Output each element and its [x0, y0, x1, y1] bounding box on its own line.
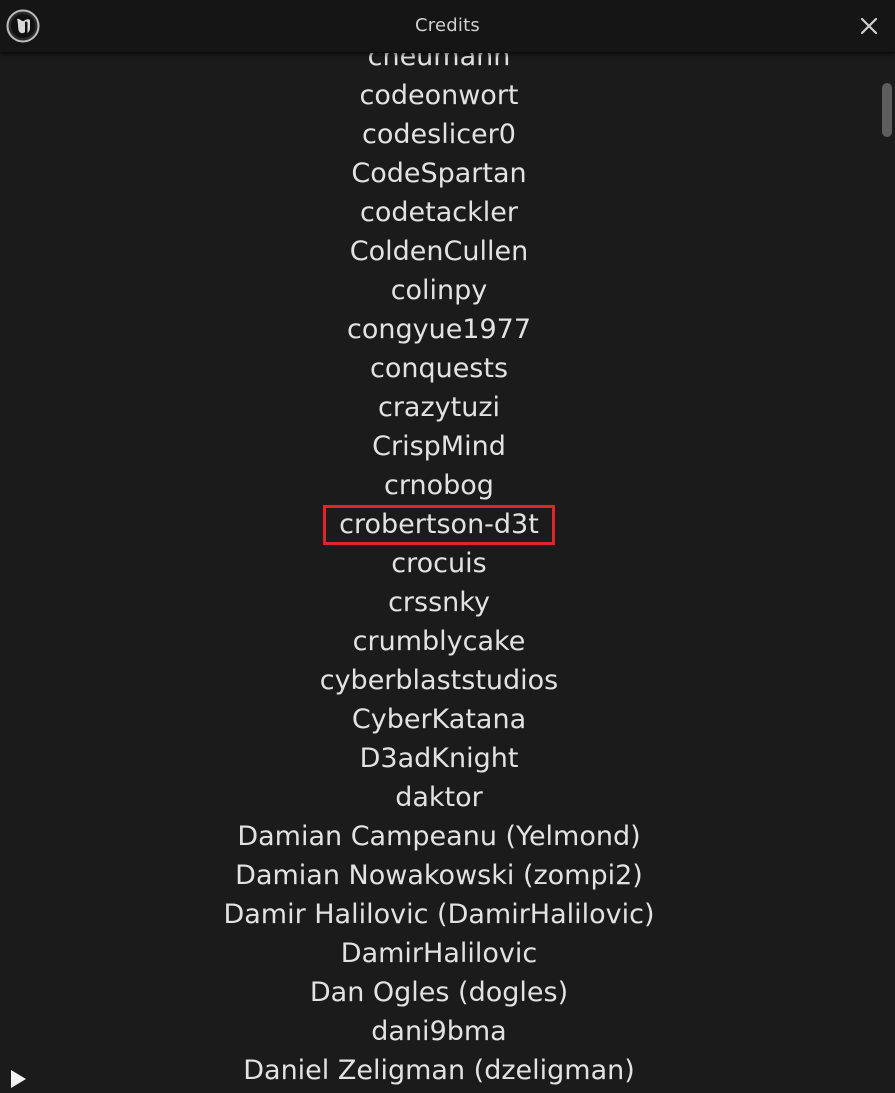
- credit-entry: dani9bma: [0, 1011, 878, 1050]
- credit-entry: CodeSpartan: [0, 153, 878, 192]
- scrollbar[interactable]: [878, 53, 895, 1093]
- credit-name: codeslicer0: [362, 118, 516, 150]
- credit-name: crobertson-d3t: [323, 504, 555, 545]
- credit-entry: Damir Halilovic (DamirHalilovic): [0, 894, 878, 933]
- credit-entry: D3adKnight: [0, 738, 878, 777]
- credit-name: Damian Nowakowski (zompi2): [235, 859, 643, 891]
- credit-entry: codetackler: [0, 192, 878, 231]
- credit-entry: Daniel Zeligman (dzeligman): [0, 1050, 878, 1089]
- credit-name: D3adKnight: [359, 742, 519, 774]
- credit-name: CyberKatana: [351, 703, 527, 735]
- title-bar: Credits: [0, 0, 895, 53]
- credit-entry: crazytuzi: [0, 387, 878, 426]
- credit-name: crssnky: [388, 586, 490, 618]
- credit-entry: daktor: [0, 777, 878, 816]
- credits-list-viewport[interactable]: cneumann codeonwort codeslicer0 CodeSpartan…: [0, 0, 878, 1093]
- window-title: Credits: [415, 15, 480, 36]
- credit-entry: codeonwort: [0, 75, 878, 114]
- credit-name: DamirHalilovic: [340, 937, 538, 969]
- credit-entry: congyue1977: [0, 309, 878, 348]
- credit-entry: crnobog: [0, 465, 878, 504]
- credit-name: crazytuzi: [377, 391, 500, 423]
- credit-name: codetackler: [360, 196, 518, 228]
- credits-list: cneumann codeonwort codeslicer0 CodeSpartan…: [0, 36, 878, 1089]
- scrollbar-thumb[interactable]: [882, 83, 892, 137]
- credit-name: CodeSpartan: [351, 157, 527, 189]
- credit-name: Damian Campeanu (Yelmond): [237, 820, 641, 852]
- credit-name: crumblycake: [352, 625, 526, 657]
- credit-entry: DamirHalilovic: [0, 933, 878, 972]
- credit-entry-highlighted: crobertson-d3t: [0, 504, 878, 545]
- credit-entry: conquests: [0, 348, 878, 387]
- credits-window: cneumann codeonwort codeslicer0 CodeSpartan…: [0, 0, 895, 1093]
- credit-entry: colinpy: [0, 270, 878, 309]
- credit-entry: Dan Ogles (dogles): [0, 972, 878, 1011]
- credit-entry: CyberKatana: [0, 699, 878, 738]
- credit-entry: crocuis: [0, 543, 878, 582]
- credit-name: dani9bma: [371, 1015, 507, 1047]
- credit-entry: CrispMind: [0, 426, 878, 465]
- close-icon[interactable]: [857, 14, 881, 38]
- credit-name: Damir Halilovic (DamirHalilovic): [223, 898, 655, 930]
- credit-name: crocuis: [391, 547, 487, 579]
- credit-name: crnobog: [384, 469, 494, 501]
- credit-name: codeonwort: [359, 79, 519, 111]
- credit-entry: crumblycake: [0, 621, 878, 660]
- credit-entry: Damian Nowakowski (zompi2): [0, 855, 878, 894]
- credit-name: ColdenCullen: [349, 235, 529, 267]
- credit-entry: Damian Campeanu (Yelmond): [0, 816, 878, 855]
- credit-entry: cyberblaststudios: [0, 660, 878, 699]
- credit-name: congyue1977: [346, 313, 532, 345]
- credit-name: cyberblaststudios: [319, 664, 559, 696]
- credit-name: colinpy: [390, 274, 488, 306]
- credit-entry: ColdenCullen: [0, 231, 878, 270]
- credit-name: daktor: [395, 781, 483, 813]
- credit-entry: codeslicer0: [0, 114, 878, 153]
- credit-entry: crssnky: [0, 582, 878, 621]
- play-triangle-icon[interactable]: [8, 1068, 28, 1090]
- credit-name: CrispMind: [372, 430, 506, 462]
- credit-name: Dan Ogles (dogles): [309, 976, 569, 1008]
- credit-name: conquests: [369, 352, 509, 384]
- credit-name: Daniel Zeligman (dzeligman): [243, 1054, 635, 1086]
